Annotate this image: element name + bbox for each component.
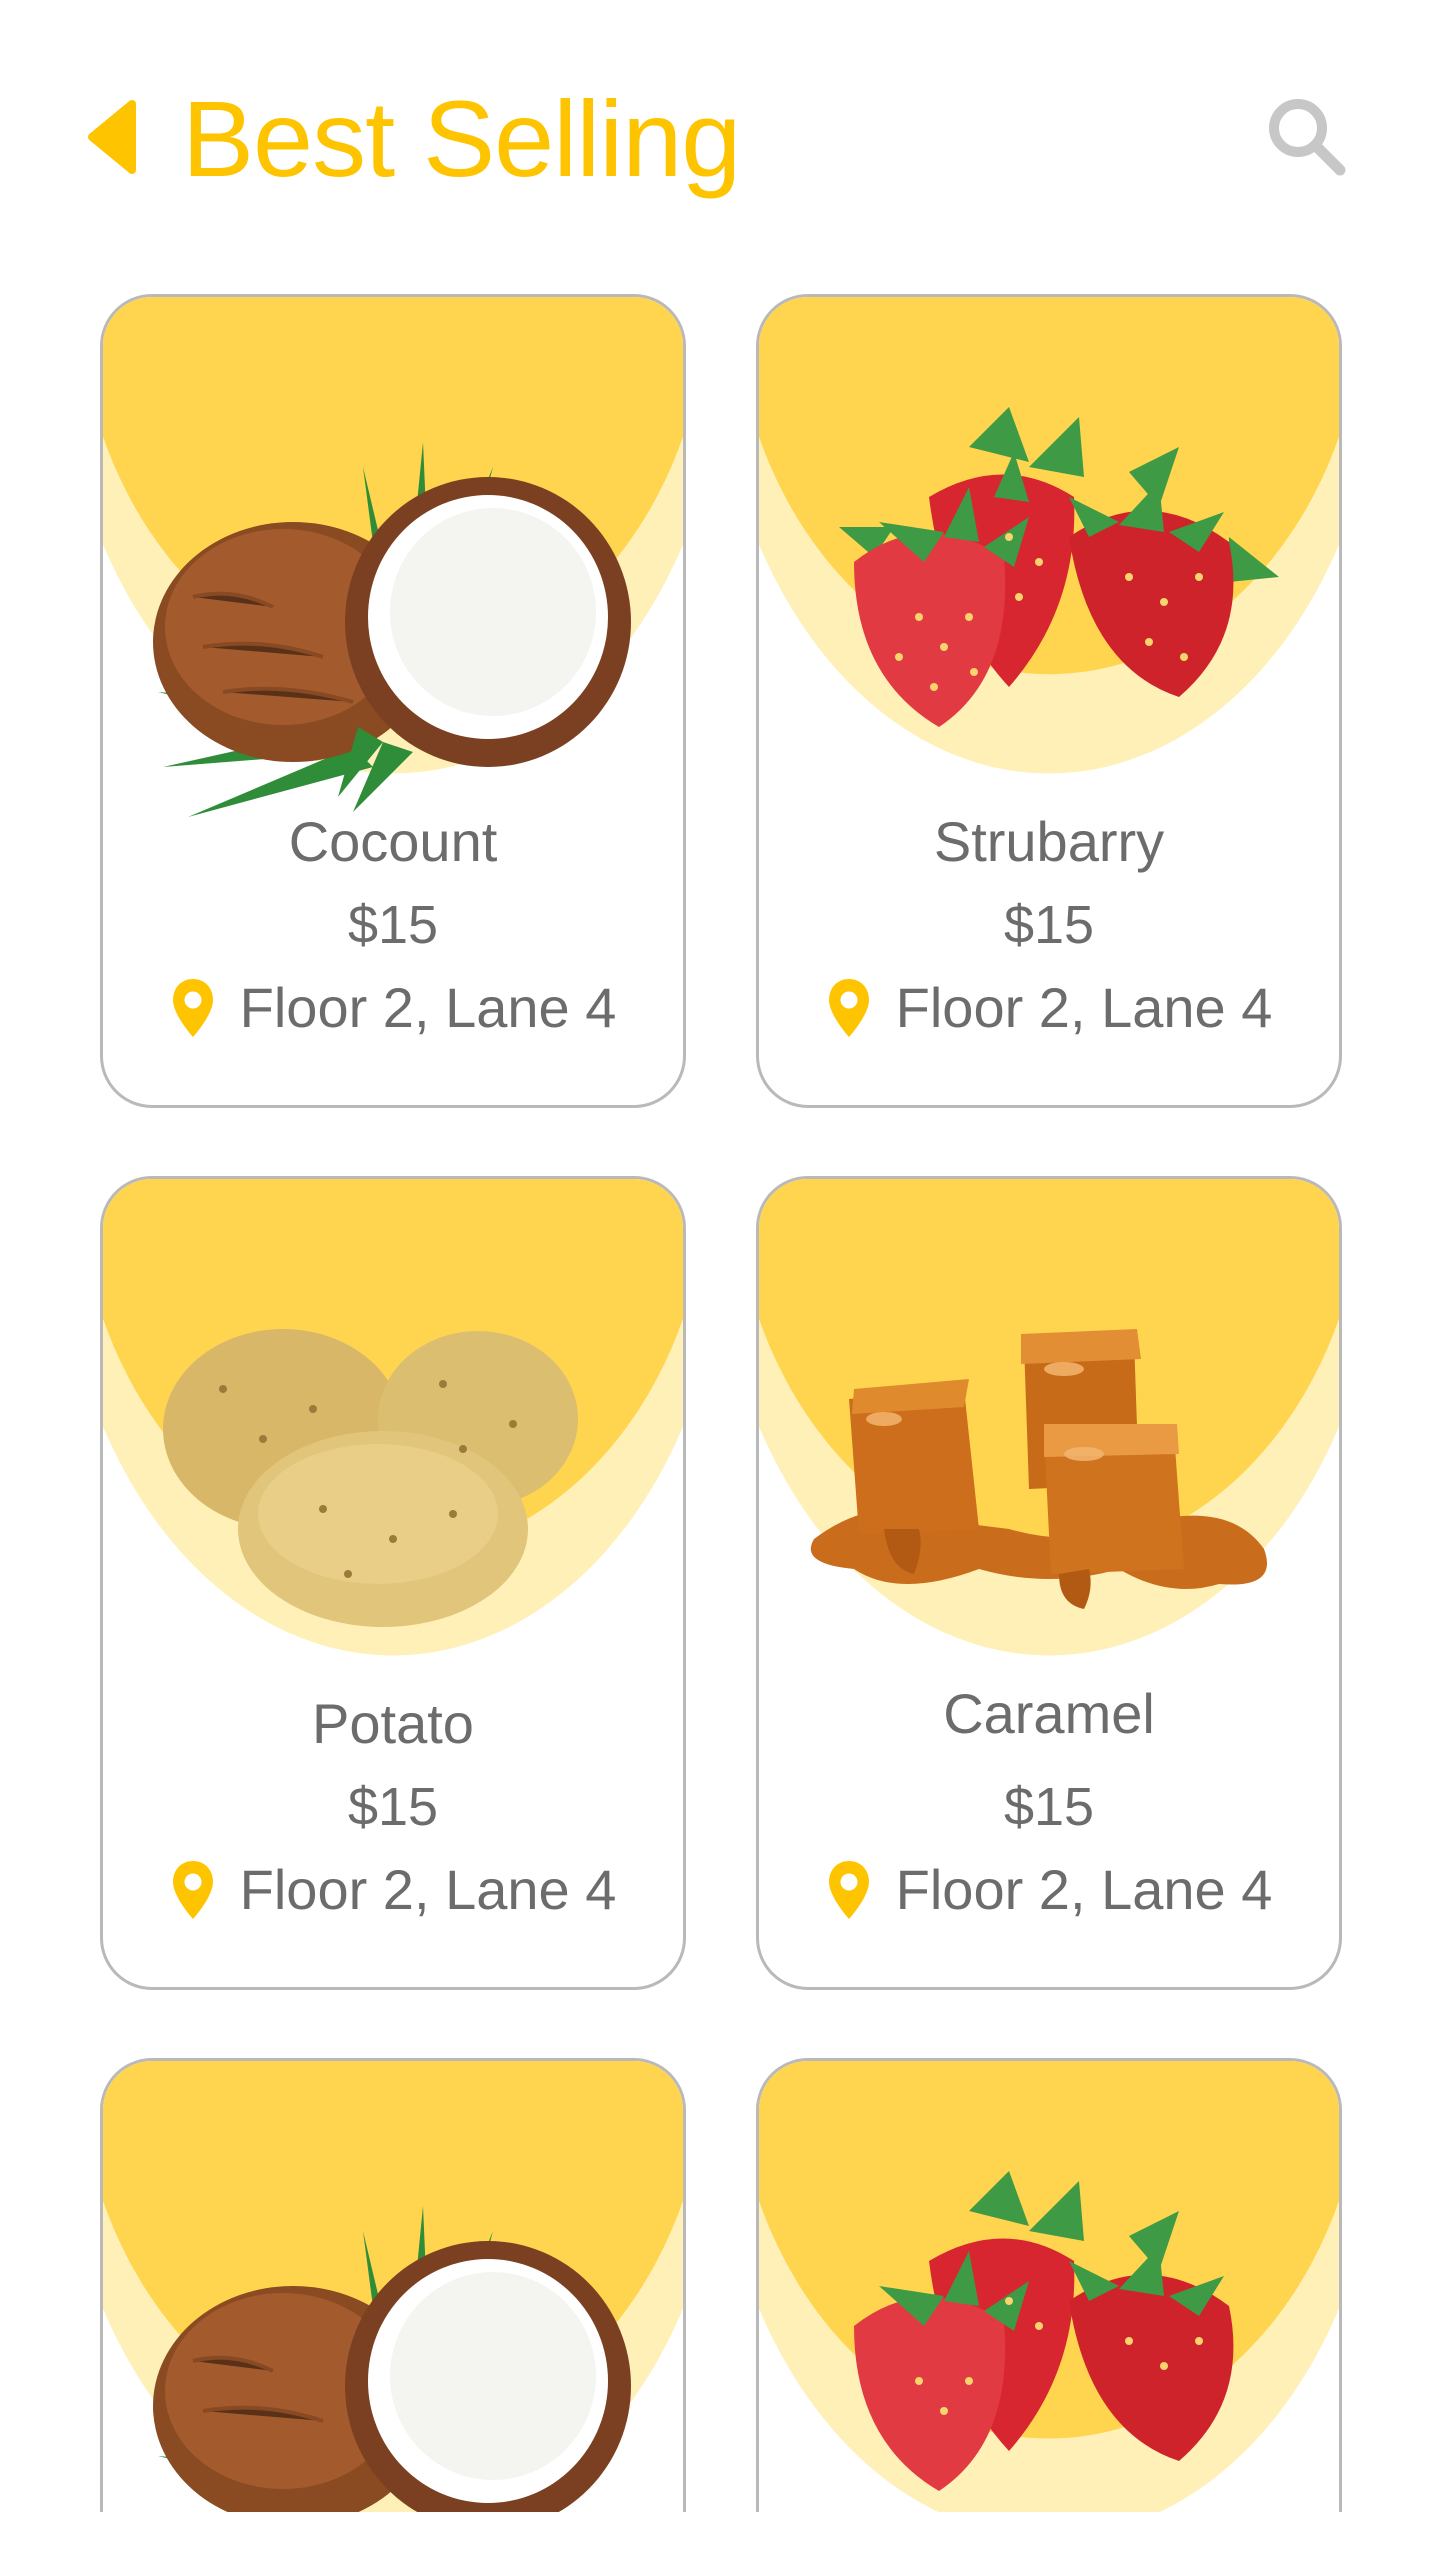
product-card-coconut[interactable]: Cocount $15 Floor 2, Lane 4: [100, 294, 686, 1108]
best-selling-grid: Cocount $15 Floor 2, Lane 4 Strubarry $1…: [0, 0, 1440, 2560]
product-info: Cocount $15 Floor 2, Lane 4: [103, 807, 683, 1043]
coconut-image: [153, 442, 631, 817]
product-name: Cocount: [288, 810, 498, 873]
product-location: Floor 2, Lane 4: [103, 973, 683, 1043]
coconut-image: [153, 2206, 631, 2512]
product-card-strawberry-2[interactable]: [756, 2058, 1342, 2512]
product-price: $15: [347, 1777, 439, 1837]
product-location: Floor 2, Lane 4: [759, 1855, 1339, 1925]
product-name: Strubarry: [933, 810, 1165, 873]
product-card-coconut-2[interactable]: [100, 2058, 686, 2512]
product-name: Potato: [312, 1692, 474, 1755]
product-card-potato[interactable]: Potato $15 Floor 2, Lane 4: [100, 1176, 686, 1990]
product-card-strawberry[interactable]: Strubarry $15 Floor 2, Lane 4: [756, 294, 1342, 1108]
product-price: $15: [1003, 895, 1095, 955]
product-location: Floor 2, Lane 4: [759, 973, 1339, 1043]
location-text: Floor 2, Lane 4: [239, 1858, 617, 1921]
product-info: Potato $15 Floor 2, Lane 4: [103, 1689, 683, 1925]
product-price: $15: [1003, 1777, 1095, 1837]
location-pin-icon: [826, 976, 872, 1040]
strawberry-image: [839, 407, 1279, 727]
potato-image: [163, 1329, 578, 1627]
product-price: $15: [347, 895, 439, 955]
location-pin-icon: [170, 976, 216, 1040]
product-info: Caramel $15 Floor 2, Lane 4: [759, 1679, 1339, 1925]
location-pin-icon: [826, 1858, 872, 1922]
caramel-image: [810, 1329, 1267, 1609]
location-pin-icon: [170, 1858, 216, 1922]
product-card-caramel[interactable]: Caramel $15 Floor 2, Lane 4: [756, 1176, 1342, 1990]
product-name: Caramel: [943, 1682, 1155, 1745]
product-info: Strubarry $15 Floor 2, Lane 4: [759, 807, 1339, 1043]
location-text: Floor 2, Lane 4: [895, 1858, 1273, 1921]
product-location: Floor 2, Lane 4: [103, 1855, 683, 1925]
location-text: Floor 2, Lane 4: [239, 976, 617, 1039]
location-text: Floor 2, Lane 4: [895, 976, 1273, 1039]
strawberry-image: [854, 2171, 1234, 2491]
